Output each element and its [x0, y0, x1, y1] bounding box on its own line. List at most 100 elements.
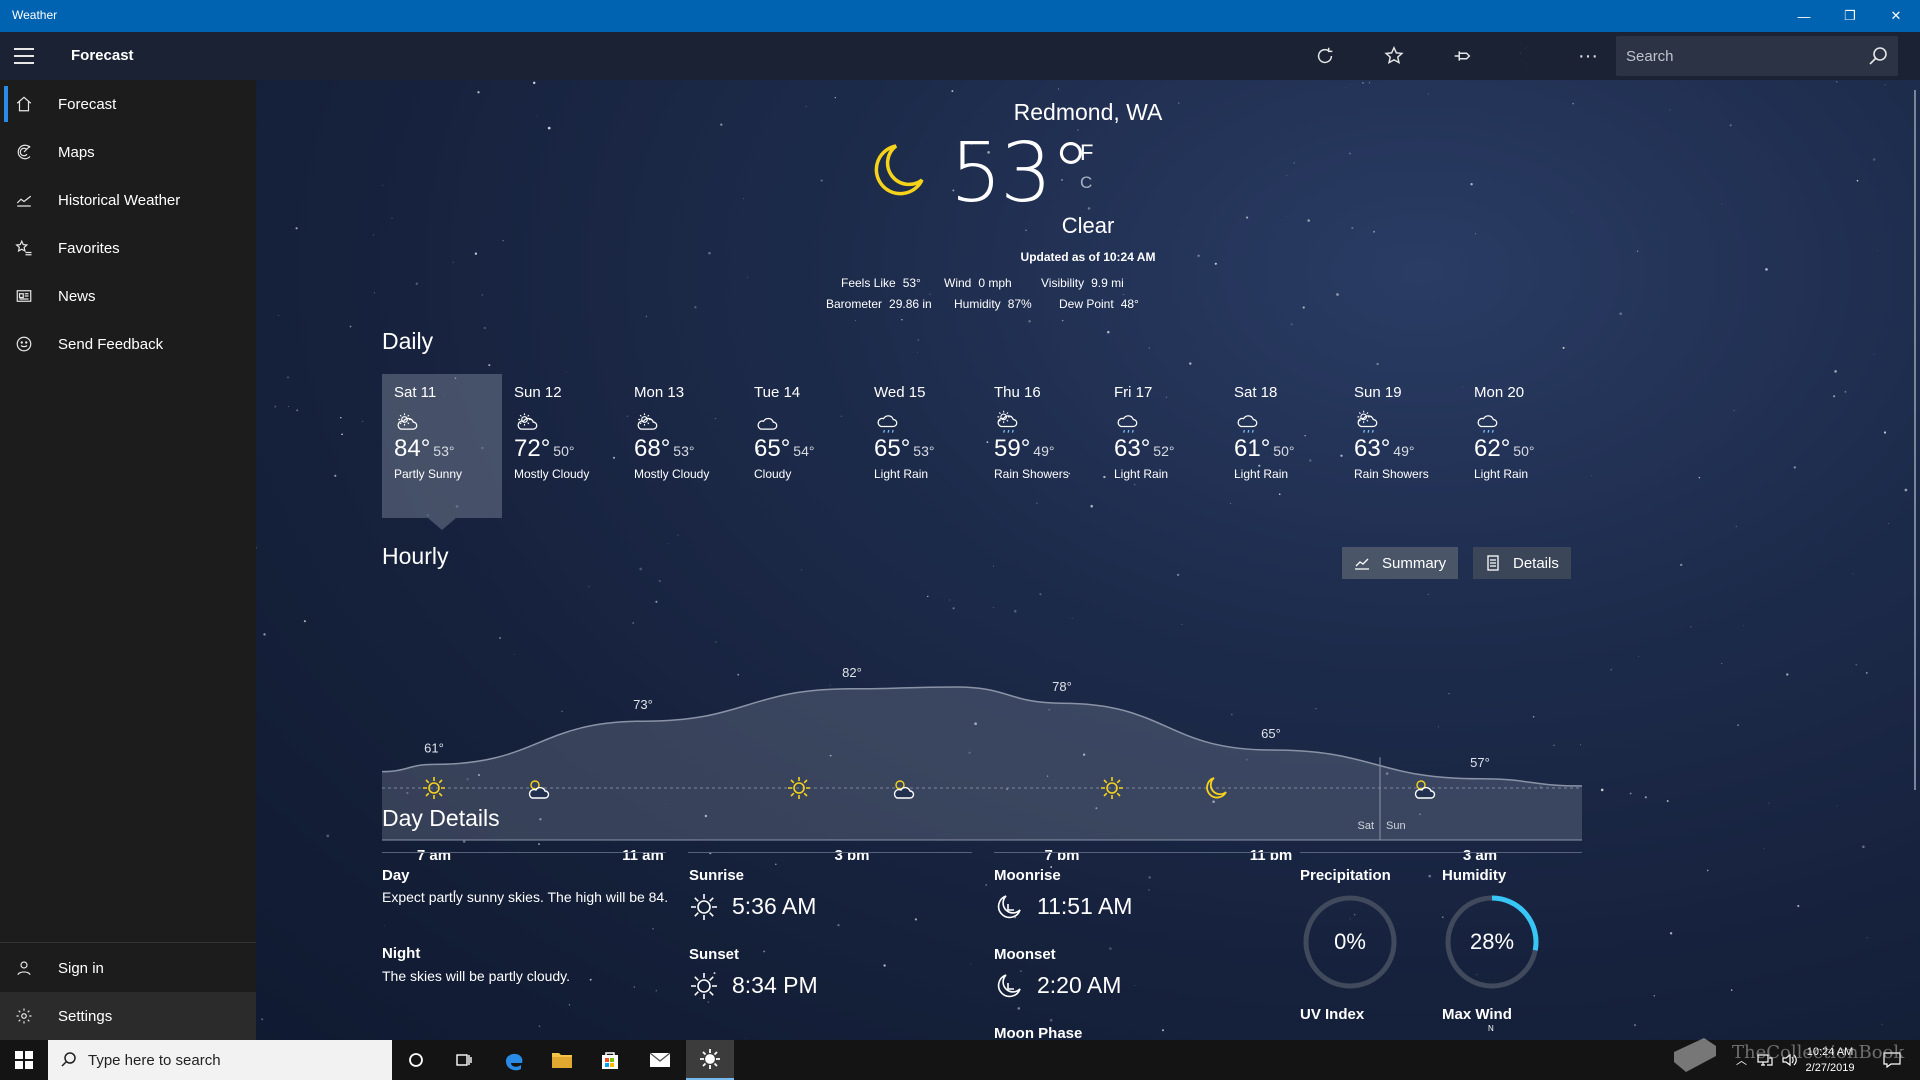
daily-forecast-card[interactable]: Mon 20 62° 50° Light Rain	[1462, 374, 1582, 518]
low-temp: 53°	[673, 443, 695, 459]
unit-celsius-toggle[interactable]: C	[1080, 173, 1092, 193]
nav-item-settings[interactable]: Settings	[0, 992, 256, 1040]
minimize-button[interactable]: —	[1781, 0, 1827, 32]
nav-item-historical-weather[interactable]: Historical Weather	[0, 176, 256, 224]
star	[1797, 904, 1800, 908]
mail-app-button[interactable]	[636, 1040, 684, 1080]
daily-forecast-card[interactable]: Mon 13 68° 53° Mostly Cloudy	[622, 374, 742, 518]
stat-barometer: Barometer 29.86 in	[826, 297, 932, 311]
hamburger-menu-icon[interactable]	[14, 48, 34, 64]
cortana-button[interactable]	[392, 1040, 440, 1080]
high-temp: 62°	[1474, 435, 1511, 462]
current-temperature: 53°	[950, 126, 1091, 221]
star	[1872, 158, 1876, 161]
summary-toggle-button[interactable]: Summary	[1342, 547, 1459, 579]
refresh-button[interactable]	[1301, 32, 1349, 80]
daily-forecast-card[interactable]: Thu 16 59° 49° Rain Showers	[982, 374, 1102, 518]
star	[985, 884, 987, 886]
daily-forecast-card[interactable]: Fri 17 63° 52° Light Rain	[1102, 374, 1222, 518]
nav-item-maps[interactable]: Maps	[0, 128, 256, 176]
start-button[interactable]	[0, 1040, 48, 1080]
low-temp: 53°	[913, 443, 935, 459]
store-app-button[interactable]	[586, 1040, 634, 1080]
star	[588, 585, 590, 588]
star	[296, 409, 299, 412]
star	[774, 863, 777, 866]
search-box[interactable]	[1616, 36, 1898, 76]
star	[1669, 109, 1671, 111]
sun-icon	[700, 1049, 720, 1069]
hourly-time-label: 7 am	[417, 847, 451, 860]
hourly-time-label: 11 pm	[1250, 847, 1293, 860]
location-name: Redmond, WA	[1013, 99, 1163, 125]
day-condition: Light Rain	[1114, 467, 1169, 481]
unit-fahrenheit-toggle[interactable]: F	[1080, 140, 1093, 166]
star	[820, 179, 823, 182]
star	[694, 306, 697, 309]
search-input[interactable]	[1616, 36, 1856, 76]
vertical-scrollbar[interactable]	[1914, 90, 1916, 790]
daily-forecast-card[interactable]: Sun 19 63° 49° Rain Showers	[1342, 374, 1462, 518]
star	[303, 620, 306, 623]
star	[1189, 362, 1192, 365]
star	[474, 252, 478, 255]
nav-item-forecast[interactable]: Forecast	[0, 80, 256, 128]
star	[901, 319, 903, 321]
nav-item-favorites[interactable]: Favorites	[0, 224, 256, 272]
high-temp: 72°	[514, 435, 551, 462]
daily-forecast-card[interactable]: Sun 12 72° 50° Mostly Cloudy	[502, 374, 622, 518]
pin-button[interactable]	[1438, 32, 1486, 80]
restore-button[interactable]: ❐	[1827, 0, 1873, 32]
close-button[interactable]: ✕	[1873, 0, 1919, 32]
star	[707, 1001, 710, 1003]
sunrise-icon	[691, 894, 717, 920]
file-explorer-button[interactable]	[538, 1040, 586, 1080]
high-temp: 63°	[1114, 435, 1151, 462]
more-options-button[interactable]: ···	[1564, 32, 1612, 80]
details-toggle-button[interactable]: Details	[1473, 547, 1571, 579]
star	[287, 376, 289, 379]
star	[854, 320, 857, 322]
star	[1571, 210, 1572, 212]
rain-showers-icon	[1354, 409, 1380, 433]
star	[1107, 330, 1110, 334]
star	[1307, 219, 1310, 222]
nav-divider	[0, 942, 256, 943]
favorite-button[interactable]	[1370, 32, 1418, 80]
star	[452, 261, 454, 264]
star	[1865, 672, 1868, 674]
nav-item-news[interactable]: News	[0, 272, 256, 320]
nav-label: Forecast	[58, 95, 117, 113]
edge-app-button[interactable]	[490, 1040, 538, 1080]
uv-index-heading: UV Index	[1300, 1006, 1365, 1023]
hourly-temperature-chart[interactable]: 61° 73° 82° 78° 65° 57° 7 am 11 am 3 pm 7 pm 11 pm…	[382, 600, 1582, 860]
smiley-icon	[0, 335, 48, 353]
divider-line	[382, 852, 666, 853]
hourly-temp-label: 57°	[1470, 755, 1490, 770]
taskbar-search-box[interactable]: Type here to search	[48, 1040, 392, 1080]
task-view-button[interactable]	[440, 1040, 488, 1080]
star	[917, 339, 920, 341]
star	[1888, 523, 1889, 524]
high-temp: 68°	[634, 435, 671, 462]
daily-forecast-card[interactable]: Sat 18 61° 50° Light Rain	[1222, 374, 1342, 518]
star	[1293, 162, 1296, 164]
search-icon[interactable]	[1866, 44, 1890, 68]
nav-item-send-feedback[interactable]: Send Feedback	[0, 320, 256, 368]
star	[1610, 668, 1613, 671]
low-temp: 50°	[553, 443, 575, 459]
edge-browser-icon	[506, 1053, 523, 1071]
daily-forecast-card[interactable]: Tue 14 65° 54° Cloudy	[742, 374, 862, 518]
app-header: Forecast ···	[0, 32, 1920, 80]
moonset-icon	[997, 974, 1021, 998]
day-condition: Rain Showers	[1354, 467, 1429, 481]
star	[261, 1018, 264, 1021]
nav-item-sign-in[interactable]: Sign in	[0, 944, 256, 992]
daily-forecast-card[interactable]: Wed 15 65° 53° Light Rain	[862, 374, 982, 518]
daily-forecast-card[interactable]: Sat 11 84° 53° Partly Sunny	[382, 374, 502, 518]
dark-mode-button[interactable]	[1506, 32, 1554, 80]
stat-visibility: Visibility 9.9 mi	[1041, 276, 1124, 290]
news-icon	[0, 287, 48, 305]
star	[1134, 985, 1136, 986]
weather-app-button[interactable]	[686, 1040, 734, 1080]
